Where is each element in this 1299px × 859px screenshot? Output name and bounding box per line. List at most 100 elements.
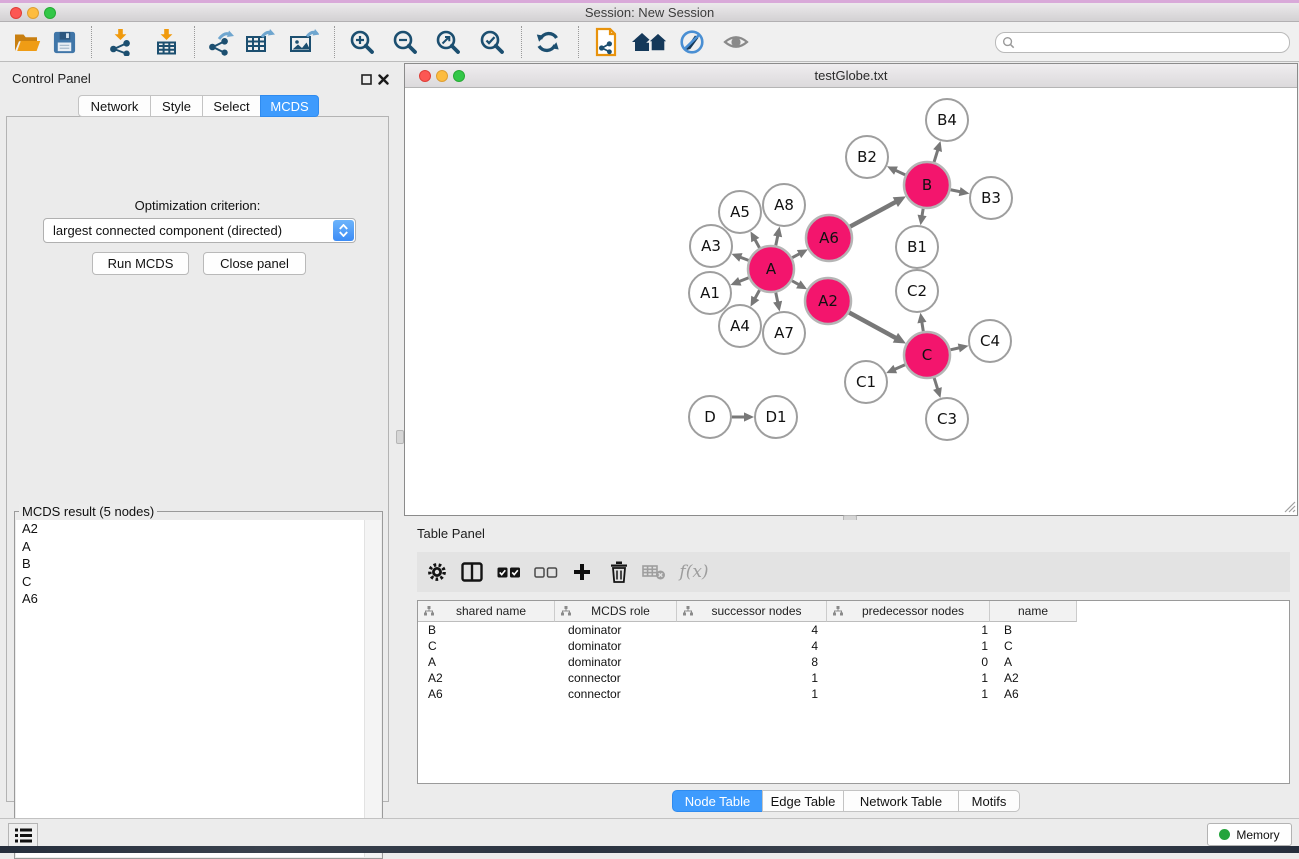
table-row[interactable]: Cdominator41C — [418, 638, 1289, 654]
table-cell[interactable]: 8 — [679, 654, 830, 670]
node-label-C: C — [922, 346, 932, 364]
zoom-selected-icon[interactable] — [477, 27, 507, 57]
network-view-window: testGlobe.txt B4B2BB3A8A5A6A3B1AC2A1A2A4… — [404, 63, 1298, 516]
unselect-all-columns-icon[interactable] — [531, 557, 561, 587]
save-session-icon[interactable] — [49, 27, 79, 57]
run-mcds-button[interactable]: Run MCDS — [92, 252, 189, 275]
cytoscape-app: Session: New Session — [0, 0, 1299, 853]
add-column-icon[interactable] — [567, 557, 597, 587]
table-toolbar: f(x) — [417, 552, 1290, 592]
tab-node-table[interactable]: Node Table — [672, 790, 763, 812]
hide-graphics-details-icon[interactable] — [677, 27, 707, 57]
tab-network[interactable]: Network — [78, 95, 151, 117]
edge-arrowhead — [918, 215, 927, 226]
table-row[interactable]: Bdominator41B — [418, 622, 1289, 638]
delete-table-icon[interactable] — [639, 557, 669, 587]
network-from-file-icon[interactable] — [591, 27, 621, 57]
result-list-item[interactable]: A — [16, 538, 381, 556]
export-table-icon[interactable] — [245, 27, 275, 57]
table-cell[interactable]: C — [994, 638, 1082, 654]
column-header-shared-name[interactable]: shared name — [418, 601, 555, 622]
result-list-item[interactable]: A6 — [16, 590, 381, 608]
close-panel-icon[interactable] — [376, 72, 390, 86]
table-cell[interactable]: 1 — [679, 670, 830, 686]
window-resize-grip[interactable] — [1282, 499, 1296, 513]
memory-button[interactable]: Memory — [1207, 823, 1292, 846]
tab-style[interactable]: Style — [150, 95, 203, 117]
table-cell[interactable]: dominator — [556, 638, 679, 654]
apply-layout-icon[interactable] — [533, 27, 563, 57]
table-cell[interactable]: 1 — [679, 686, 830, 702]
column-header-predecessor-nodes[interactable]: predecessor nodes — [827, 601, 990, 622]
edge-A6-B[interactable] — [850, 201, 897, 226]
control-panel-tabs: NetworkStyleSelectMCDS — [78, 95, 319, 117]
criterion-dropdown[interactable]: largest connected component (directed) — [43, 218, 356, 243]
table-cell[interactable]: A — [994, 654, 1082, 670]
import-table-icon[interactable] — [151, 27, 181, 57]
column-header-successor-nodes[interactable]: successor nodes — [677, 601, 827, 622]
column-header-name[interactable]: name — [990, 601, 1077, 622]
tab-network-table[interactable]: Network Table — [843, 790, 959, 812]
column-header-MCDS-role[interactable]: MCDS role — [555, 601, 677, 622]
search-input[interactable] — [1019, 36, 1283, 50]
zoom-out-icon[interactable] — [390, 27, 420, 57]
table-cell[interactable]: A6 — [994, 686, 1082, 702]
tab-motifs[interactable]: Motifs — [958, 790, 1020, 812]
show-column-icon[interactable] — [457, 557, 487, 587]
table-cell[interactable]: C — [418, 638, 556, 654]
close-panel-button[interactable]: Close panel — [203, 252, 306, 275]
result-list-item[interactable]: B — [16, 555, 381, 573]
result-list-item[interactable]: A2 — [16, 520, 381, 538]
table-cell[interactable]: 4 — [679, 622, 830, 638]
table-options-gear-icon[interactable] — [422, 557, 452, 587]
zoom-in-icon[interactable] — [347, 27, 377, 57]
table-row[interactable]: A2connector11A2 — [418, 670, 1289, 686]
export-image-icon[interactable] — [289, 27, 319, 57]
table-cell[interactable]: 1 — [830, 638, 994, 654]
table-cell[interactable]: A2 — [994, 670, 1082, 686]
result-list-item[interactable]: C — [16, 573, 381, 591]
tab-select[interactable]: Select — [202, 95, 261, 117]
select-all-columns-icon[interactable] — [494, 557, 524, 587]
table-cell[interactable]: 1 — [830, 670, 994, 686]
delete-column-icon[interactable] — [604, 557, 634, 587]
table-body: Bdominator41BCdominator41CAdominator80AA… — [418, 622, 1289, 783]
table-cell[interactable]: A — [418, 654, 556, 670]
function-builder-icon[interactable]: f(x) — [675, 557, 713, 587]
node-label-D1: D1 — [765, 408, 786, 426]
table-cell[interactable]: B — [994, 622, 1082, 638]
table-cell[interactable]: A2 — [418, 670, 556, 686]
show-details-eye-icon[interactable] — [721, 27, 751, 57]
tab-edge-table[interactable]: Edge Table — [762, 790, 844, 812]
table-cell[interactable]: 1 — [830, 686, 994, 702]
table-cell[interactable]: connector — [556, 686, 679, 702]
network-window-titlebar[interactable]: testGlobe.txt — [405, 64, 1297, 88]
table-cell[interactable]: connector — [556, 670, 679, 686]
table-row[interactable]: A6connector11A6 — [418, 686, 1289, 702]
status-bar: Memory — [0, 818, 1299, 846]
table-row[interactable]: Adominator80A — [418, 654, 1289, 670]
node-label-A4: A4 — [730, 317, 750, 335]
edge-B-B4[interactable] — [934, 149, 938, 162]
float-panel-icon[interactable] — [359, 72, 373, 86]
search-field[interactable] — [995, 32, 1290, 53]
export-network-icon[interactable] — [205, 27, 235, 57]
table-cell[interactable]: dominator — [556, 654, 679, 670]
zoom-fit-icon[interactable] — [433, 27, 463, 57]
home-icon[interactable] — [631, 27, 673, 57]
table-cell[interactable]: 1 — [830, 622, 994, 638]
table-cell[interactable]: dominator — [556, 622, 679, 638]
edge-A2-C[interactable] — [849, 312, 897, 338]
open-session-icon[interactable] — [12, 27, 42, 57]
network-canvas[interactable]: B4B2BB3A8A5A6A3B1AC2A1A2A4A7C4CC1DD1C3 — [405, 88, 1297, 515]
table-cell[interactable]: 0 — [830, 654, 994, 670]
table-cell[interactable]: 4 — [679, 638, 830, 654]
result-scrollbar[interactable] — [364, 520, 381, 857]
vertical-splitter-grip[interactable] — [396, 430, 404, 444]
import-network-icon[interactable] — [105, 27, 135, 57]
table-cell[interactable]: B — [418, 622, 556, 638]
node-label-A7: A7 — [774, 324, 794, 342]
table-cell[interactable]: A6 — [418, 686, 556, 702]
task-history-button[interactable] — [8, 823, 38, 848]
tab-mcds[interactable]: MCDS — [260, 95, 319, 117]
